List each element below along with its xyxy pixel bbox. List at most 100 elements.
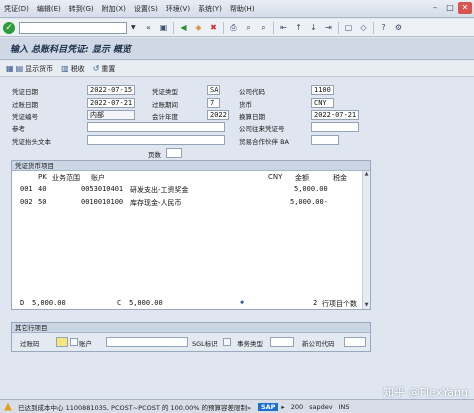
find-next-icon[interactable]: ⌕ xyxy=(258,22,269,33)
next-page-icon[interactable]: ↓ xyxy=(308,22,319,33)
cross-cc-label: 公司往来凭证号 xyxy=(239,125,285,133)
sgl-field[interactable] xyxy=(223,338,231,346)
save-icon[interactable]: ▣ xyxy=(158,22,169,33)
close-button[interactable]: ✕ xyxy=(458,2,472,14)
col-amount: 金额 xyxy=(295,174,309,182)
back-icon[interactable]: ◀ xyxy=(178,22,189,33)
row1-no[interactable]: 001 xyxy=(20,185,33,193)
row1-pk[interactable]: 40 xyxy=(38,185,46,193)
enter-icon[interactable]: ✓ xyxy=(3,21,15,34)
debit-label: D xyxy=(20,299,25,307)
toolbar-divider xyxy=(173,21,174,34)
first-page-icon[interactable]: ⇤ xyxy=(278,22,289,33)
translation-date-field[interactable]: 2022-07-21 xyxy=(311,110,359,120)
company-code-label: 公司代码 xyxy=(239,88,265,96)
reset-label: 重置 xyxy=(101,64,116,73)
cancel-icon[interactable]: ✖ xyxy=(208,22,219,33)
doc-number-field[interactable]: 内部 xyxy=(87,110,135,120)
row2-no[interactable]: 002 xyxy=(20,198,33,206)
menu-goto[interactable]: 转到(G) xyxy=(65,4,98,14)
customize-icon[interactable]: ⚙ xyxy=(393,22,404,33)
warning-icon xyxy=(4,402,12,411)
menu-edit[interactable]: 编辑(E) xyxy=(33,4,65,14)
fiscal-year-label: 会计年度 xyxy=(152,113,178,121)
insert-mode[interactable]: INS xyxy=(336,403,353,411)
cross-cc-field[interactable] xyxy=(311,122,359,132)
company-code-field[interactable]: 1100 xyxy=(311,85,334,95)
form-area: 凭证日期 2022-07-15 凭证类型 SA 公司代码 1100 过账日期 2… xyxy=(0,78,474,408)
menu-document[interactable]: 凭证(D) xyxy=(0,4,33,14)
row1-account[interactable]: 0053010401 xyxy=(81,185,123,193)
command-field[interactable] xyxy=(19,21,127,34)
reset-icon: ↺ xyxy=(92,64,100,73)
reset-button[interactable]: ↺ 重置 xyxy=(93,64,116,74)
items-group-title: 凭证货币项目 xyxy=(12,161,370,171)
title-bar: 输入 总账科目凭证: 显示 概览 xyxy=(0,38,474,60)
scroll-down-icon[interactable]: ▼ xyxy=(363,302,370,309)
diamond-icon: ◆ xyxy=(240,298,245,306)
posting-period-label: 过账期间 xyxy=(152,101,178,109)
row2-amount[interactable]: 5,000.00- xyxy=(290,198,328,206)
toolbar-divider xyxy=(223,21,224,34)
menu-help[interactable]: 帮助(H) xyxy=(226,4,259,14)
prev-page-icon[interactable]: ↑ xyxy=(293,22,304,33)
minimize-button[interactable]: – xyxy=(428,2,442,14)
window-controls: – □ ✕ xyxy=(428,2,472,14)
item-count-label: 行项目个数 xyxy=(322,300,357,308)
doc-type-field[interactable]: SA xyxy=(207,85,220,95)
shortcut-icon[interactable]: ◇ xyxy=(358,22,369,33)
row1-text[interactable]: 研发支出-工资奖金 xyxy=(130,185,189,195)
scroll-up-icon[interactable]: ▲ xyxy=(363,171,370,178)
new-session-icon[interactable]: ▢ xyxy=(343,22,354,33)
trans-type-field[interactable] xyxy=(270,337,294,347)
menu-settings[interactable]: 设置(S) xyxy=(130,4,162,14)
chevron-down-icon[interactable]: ▼ xyxy=(131,24,139,31)
menu-system[interactable]: 系统(Y) xyxy=(194,4,226,14)
translation-date-label: 换算日期 xyxy=(239,113,265,121)
status-message[interactable]: 已达到成本中心 1100881035, PCOST~PCOST 的 100.00… xyxy=(15,402,254,412)
display-currency-button[interactable]: ▦ ▤ 显示货币 xyxy=(6,64,53,74)
posting-key-field[interactable] xyxy=(56,337,68,347)
page-label: 页数 xyxy=(148,151,161,159)
credit-total: 5,000.00 xyxy=(129,299,163,307)
row2-text[interactable]: 库存现金-人民币 xyxy=(130,198,182,208)
doc-number-label: 凭证编号 xyxy=(12,113,38,121)
trading-partner-field[interactable] xyxy=(311,135,339,145)
doc-currency-items-group: 凭证货币项目 PK 业务范围 账户 CNY 金额 税金 001 40 00530… xyxy=(11,160,371,310)
client-number[interactable]: 200 xyxy=(288,403,306,411)
standard-toolbar: ✓ ▼ « ▣ ◀ ◈ ✖ ⎙ ⌕ ⌕ ⇤ ↑ ↓ ⇥ ▢ ◇ ? ⚙ xyxy=(0,19,474,37)
exit-icon[interactable]: ◈ xyxy=(193,22,204,33)
posting-key-search-button[interactable] xyxy=(70,338,78,346)
toolbar-divider xyxy=(373,21,374,34)
tax-button[interactable]: ▥ 税收 xyxy=(61,64,85,74)
menu-environment[interactable]: 环境(V) xyxy=(162,4,194,14)
last-page-icon[interactable]: ⇥ xyxy=(323,22,334,33)
reference-field[interactable] xyxy=(87,122,225,132)
print-icon[interactable]: ⎙ xyxy=(228,22,239,33)
find-icon[interactable]: ⌕ xyxy=(243,22,254,33)
row1-amount[interactable]: 5,000.00 xyxy=(294,185,328,193)
account-field[interactable] xyxy=(106,337,188,347)
currency-field[interactable]: CNY xyxy=(311,98,334,108)
items-scrollbar[interactable]: ▲ ▼ xyxy=(362,171,370,309)
toolbar-divider xyxy=(273,21,274,34)
currency-label: 货币 xyxy=(239,101,252,109)
menu-bar: 凭证(D) 编辑(E) 转到(G) 附加(X) 设置(S) 环境(V) 系统(Y… xyxy=(0,0,474,18)
header-text-field[interactable] xyxy=(87,135,225,145)
row2-pk[interactable]: 50 xyxy=(38,198,46,206)
history-icon[interactable]: « xyxy=(143,22,154,33)
menu-extras[interactable]: 附加(X) xyxy=(98,4,130,14)
maximize-button[interactable]: □ xyxy=(443,2,457,14)
posting-date-field[interactable]: 2022-07-21 xyxy=(87,98,135,108)
new-cc-field[interactable] xyxy=(344,337,366,347)
posting-period-field[interactable]: 7 xyxy=(207,98,220,108)
page-field[interactable] xyxy=(166,148,182,158)
row2-account[interactable]: 0010010100 xyxy=(81,198,123,206)
doc-date-field[interactable]: 2022-07-15 xyxy=(87,85,135,95)
fiscal-year-field[interactable]: 2022 xyxy=(207,110,229,120)
debit-total: 5,000.00 xyxy=(32,299,66,307)
page-title: 输入 总账科目凭证: 显示 概览 xyxy=(10,45,131,55)
help-icon[interactable]: ? xyxy=(378,22,389,33)
status-arrow-icon[interactable]: ▸ xyxy=(278,403,287,411)
application-toolbar: ▦ ▤ 显示货币 ▥ 税收 ↺ 重置 xyxy=(0,61,474,77)
